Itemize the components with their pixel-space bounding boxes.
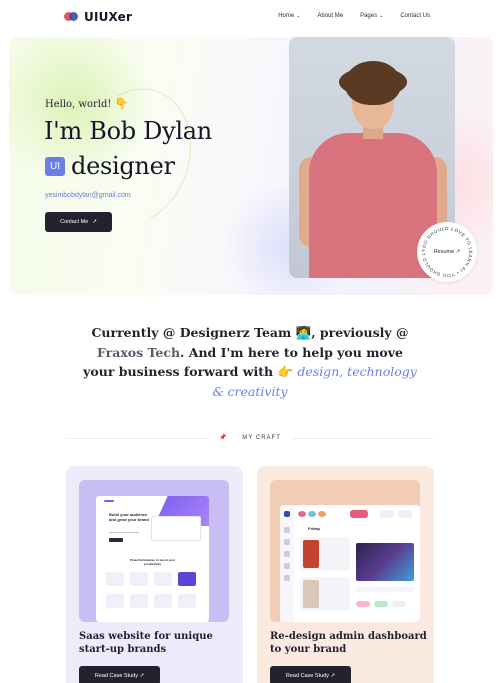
mockup-heading: Build your audience and grow your brand — [109, 512, 149, 522]
nav-item-label: Contact Us — [400, 13, 430, 19]
hero-role: UI designer — [45, 152, 175, 180]
mockup-avatar — [308, 511, 316, 517]
intro-part1: Currently @ Designerz Team — [91, 325, 292, 340]
intro-statement: Currently @ Designerz Team 🧑‍💻, previous… — [80, 323, 420, 401]
mockup-tab — [398, 510, 412, 518]
nav-item-label: Pages — [360, 13, 378, 19]
nav-item-pages[interactable]: Pages ⌄ — [360, 13, 383, 19]
logo-icon — [64, 11, 79, 23]
mockup-nav-icon — [284, 527, 290, 533]
nav-item-label: Home — [278, 13, 295, 19]
project-thumbnail: Build your audience and grow your brand … — [79, 480, 229, 622]
contact-button-label: Contact Me — [60, 219, 89, 225]
mockup-feature — [154, 572, 172, 586]
chevron-down-icon: ⌄ — [379, 13, 384, 19]
read-case-study-button[interactable]: Read Case Study ↗ — [270, 666, 351, 683]
mockup-feature — [178, 594, 196, 608]
logo-text: UIUXer — [84, 10, 133, 24]
saas-mockup: Build your audience and grow your brand … — [96, 496, 209, 622]
photo-hair — [339, 61, 407, 105]
mockup-feature — [154, 594, 172, 608]
mockup-button — [109, 538, 123, 542]
pointing-right-icon: 👉 — [277, 364, 294, 379]
email-link[interactable]: yesimbobdylan@gmail.com — [45, 192, 131, 199]
nav-item-home[interactable]: Home ⌄ — [278, 13, 300, 19]
project-thumbnail: Friday — [270, 480, 420, 622]
chevron-down-icon: ⌄ — [296, 13, 301, 19]
role-text: designer — [71, 152, 175, 180]
mockup-car-image — [356, 543, 414, 581]
dashboard-mockup: Friday — [280, 505, 420, 622]
hero-greeting: Hello, world! 👇 — [45, 97, 128, 110]
mockup-feature — [130, 594, 148, 608]
mockup-photo — [303, 580, 319, 608]
mockup-tag — [392, 601, 406, 607]
mockup-sidebar — [280, 505, 294, 622]
nav-item-contact[interactable]: Contact Us — [400, 13, 430, 19]
mockup-nav-icon — [284, 511, 290, 517]
logo[interactable]: UIUXer — [64, 10, 132, 24]
project-title: Saas website for unique start-up brands — [79, 631, 213, 655]
top-nav: UIUXer Home ⌄ About Me Pages ⌄ Contact U… — [0, 0, 500, 36]
greeting-text: Hello, world! — [45, 99, 112, 110]
contact-button[interactable]: Contact Me ↗ — [45, 212, 112, 232]
mockup-feature — [130, 572, 148, 586]
nav-item-label: About Me — [317, 13, 344, 19]
resume-badge[interactable]: YOU SHOULD LOVE TO LEARN AI • YOU SHOULD… — [417, 222, 477, 282]
arrow-up-right-icon: ↗ — [92, 219, 97, 225]
resume-link: Resume ↗ — [433, 249, 461, 255]
mockup-nav-icon — [284, 551, 290, 557]
intro-part2: , previously @ — [311, 325, 409, 340]
project-card-saas[interactable]: Build your audience and grow your brand … — [66, 466, 243, 683]
mockup-text-line — [356, 587, 414, 592]
mockup-photo — [303, 540, 319, 568]
mockup-tab-active — [350, 510, 368, 518]
intro-company: Fraxos Tech — [97, 344, 181, 360]
section-label-craft: 📌 MY CRAFT — [0, 434, 500, 441]
read-case-study-button[interactable]: Read Case Study ↗ — [79, 666, 160, 683]
mockup-nav-icon — [284, 539, 290, 545]
mockup-nav-icon — [284, 563, 290, 569]
mockup-section-title: Powerful features to boost your producti… — [129, 558, 176, 566]
nav-item-about[interactable]: About Me — [317, 13, 343, 19]
mockup-feature — [178, 572, 196, 586]
mockup-date: Friday — [308, 526, 321, 531]
role-badge: UI — [45, 156, 65, 176]
mockup-nav-icon — [284, 575, 290, 581]
craft-label-text: MY CRAFT — [236, 435, 287, 441]
mockup-feature — [106, 572, 124, 586]
pointing-down-icon: 👇 — [114, 97, 129, 110]
mockup-tag — [356, 601, 370, 607]
mockup-logo — [104, 500, 114, 502]
mockup-dashboard — [151, 516, 201, 541]
mockup-text — [109, 532, 139, 533]
pushpin-icon: 📌 — [213, 435, 234, 441]
mockup-tab — [380, 510, 394, 518]
technologist-icon: 🧑‍💻 — [295, 325, 312, 340]
project-title: Re-design admin dashboard to your brand — [270, 631, 427, 655]
project-card-dashboard[interactable]: Friday Re-design admin dashboard to your… — [257, 466, 434, 683]
hero-name: I'm Bob Dylan — [44, 117, 212, 145]
nav-links: Home ⌄ About Me Pages ⌄ Contact Us — [278, 13, 430, 19]
mockup-avatar — [318, 511, 326, 517]
mockup-feature — [106, 594, 124, 608]
mockup-tag — [374, 601, 388, 607]
mockup-avatar — [298, 511, 306, 517]
